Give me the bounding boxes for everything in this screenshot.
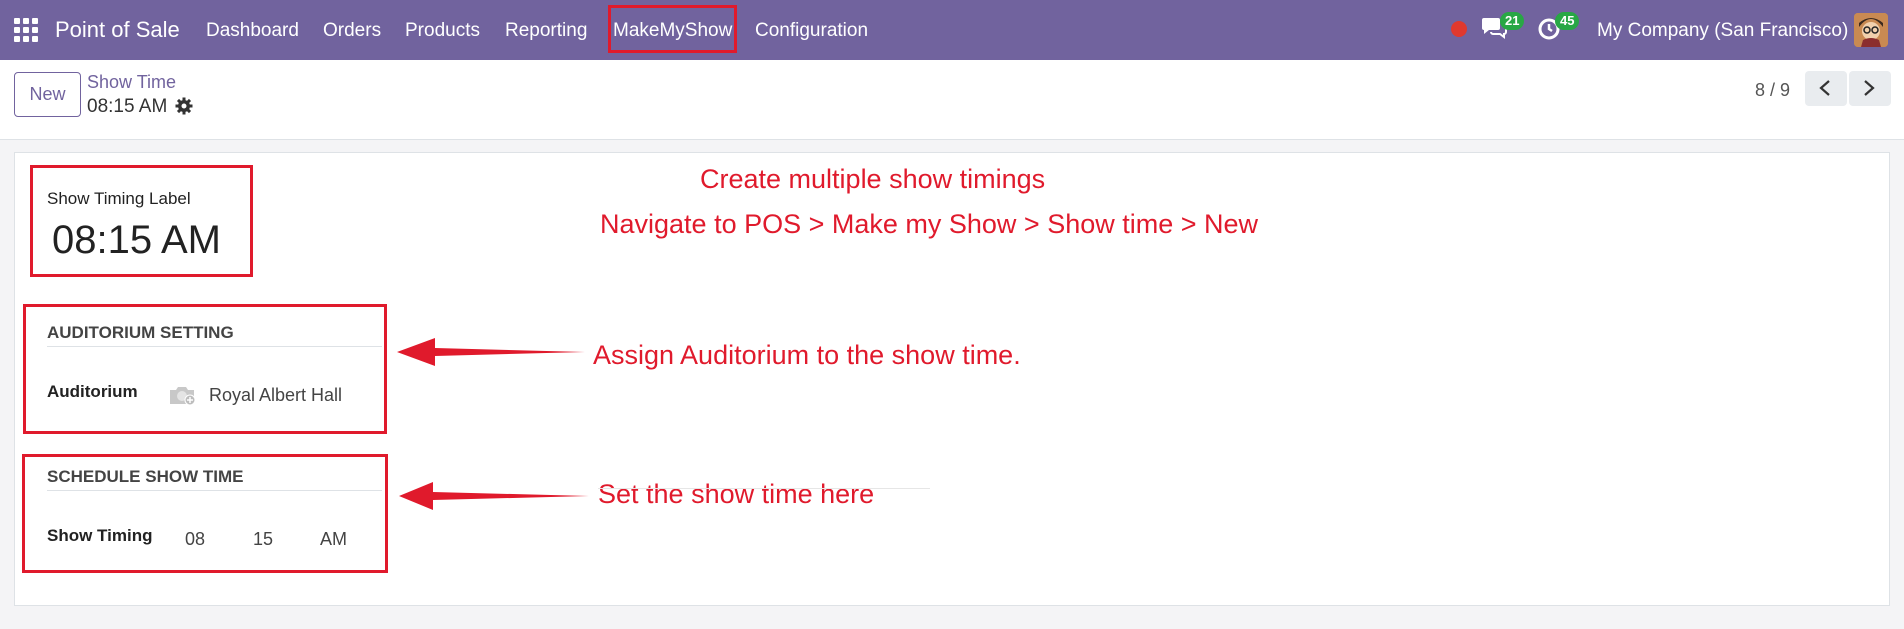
timing-label-input[interactable]: 08:15 AM [52,218,221,263]
menu-reporting[interactable]: Reporting [505,20,587,42]
pager-value[interactable]: 8 / 9 [1755,80,1790,101]
new-button[interactable]: New [14,72,81,117]
auditorium-field[interactable]: Royal Albert Hall [209,385,342,406]
auditorium-label: Auditorium [47,382,138,401]
annotation-set-show-time: Set the show time here [598,479,875,509]
camera-icon [168,384,196,411]
annotation-assign-auditorium: Assign Auditorium to the show time. [593,340,1021,370]
menu-dashboard[interactable]: Dashboard [206,20,299,42]
company-switcher[interactable]: My Company (San Francisco) [1597,20,1848,42]
annotation-navigation-path: Navigate to POS > Make my Show > Show ti… [600,209,1259,239]
activities-badge: 45 [1555,12,1580,30]
show-timing-label: Show Timing [47,526,153,545]
apps-menu-icon[interactable] [14,18,38,42]
auditorium-separator [47,346,382,347]
schedule-section-title: SCHEDULE SHOW TIME [47,467,244,486]
menu-orders[interactable]: Orders [323,20,381,42]
auditorium-section-title: AUDITORIUM SETTING [47,323,234,342]
menu-products[interactable]: Products [405,20,480,42]
pager-previous-button[interactable] [1805,71,1847,106]
timing-label-title: Show Timing Label [47,189,191,208]
app-name[interactable]: Point of Sale [55,17,180,43]
minute-field[interactable]: 15 [253,529,273,550]
breadcrumb-current: 08:15 AM [87,96,168,117]
menu-configuration[interactable]: Configuration [755,20,868,42]
messages-badge: 21 [1500,12,1525,30]
menu-highlight-box [608,5,737,53]
arrow-to-auditorium-icon [397,338,585,366]
hour-field[interactable]: 08 [185,529,205,550]
schedule-separator [47,490,382,491]
user-avatar[interactable] [1854,13,1888,47]
control-panel: New Show Time 08:15 AM 8 / 9 [0,60,1904,140]
pager-next-button[interactable] [1849,71,1891,106]
top-navbar: Point of Sale Dashboard Orders Products … [0,0,1904,60]
breadcrumb-show-time[interactable]: Show Time [87,72,176,93]
annotation-underline [598,488,930,489]
ampm-field[interactable]: AM [320,529,347,550]
record-icon[interactable] [1451,21,1467,37]
gear-icon[interactable] [175,97,193,120]
arrow-to-schedule-icon [399,482,589,510]
annotation-create-timings: Create multiple show timings [700,164,1046,194]
